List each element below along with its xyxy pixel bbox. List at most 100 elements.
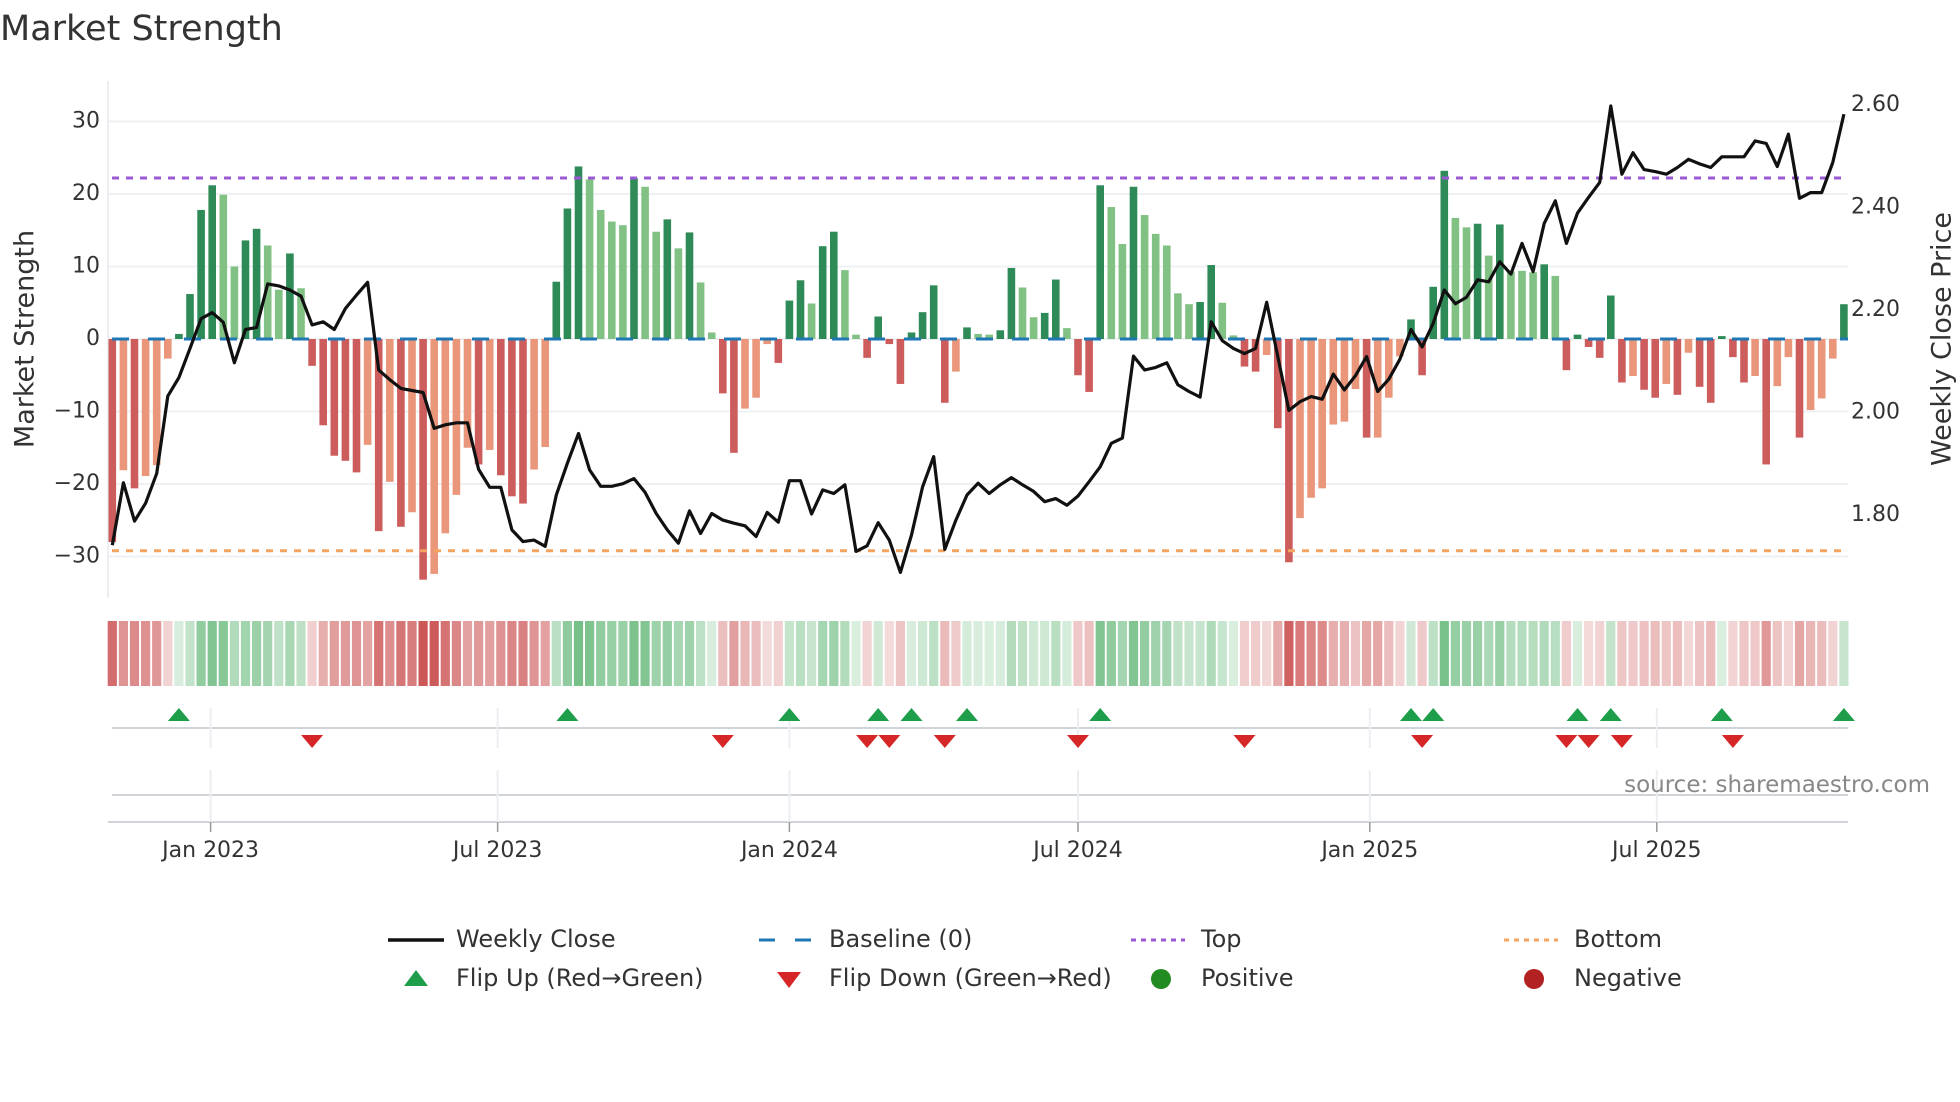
strength-strip-cell <box>940 621 950 686</box>
strength-bar <box>452 339 461 495</box>
strength-strip-cell <box>562 621 572 686</box>
strength-bar <box>1018 287 1027 339</box>
flip-up-marker <box>1400 708 1422 721</box>
strength-bar <box>1662 339 1671 384</box>
strength-strip-cell <box>984 621 994 686</box>
strength-bar <box>1140 215 1149 339</box>
strength-strip-cell <box>585 621 595 686</box>
strength-strip-cell <box>1006 621 1016 686</box>
strength-strip-cell <box>1828 621 1838 686</box>
strength-bar <box>1529 272 1537 339</box>
left-tick-label: −30 <box>54 544 100 569</box>
flip-up-marker <box>1422 708 1445 721</box>
left-tick-label: 0 <box>86 326 100 351</box>
strength-strip-cell <box>351 621 362 686</box>
strength-bar <box>774 339 783 363</box>
legend: Weekly Close Baseline (0) Top Bottom Flip Up… <box>388 925 1682 992</box>
strength-strip-cell <box>1195 621 1205 686</box>
strength-strip-cell <box>1428 621 1438 686</box>
strength-bars <box>108 166 1848 580</box>
strength-bar <box>941 339 949 403</box>
strength-strip-cell <box>718 621 728 686</box>
strength-bar <box>386 339 394 482</box>
strength-strip-cell <box>1528 621 1538 686</box>
flip-up-marker <box>778 708 801 721</box>
strength-strip-cell <box>252 621 262 686</box>
strength-bar <box>230 266 239 339</box>
strength-bar <box>1729 339 1737 358</box>
strength-strip-cell <box>196 621 206 686</box>
strength-bar <box>1052 279 1060 339</box>
strength-strip-cell <box>1539 621 1549 686</box>
left-tick-label: −10 <box>54 399 100 424</box>
strength-strip-cell <box>340 621 350 686</box>
strength-bar <box>1751 339 1759 376</box>
strength-bar <box>1285 339 1293 563</box>
left-tick-label: −20 <box>54 471 100 496</box>
strength-strip-cell <box>1384 621 1394 686</box>
strength-bar <box>1618 339 1626 383</box>
strength-bar <box>308 339 316 366</box>
strength-strip-cell <box>995 621 1005 686</box>
right-tick-label: 2.00 <box>1851 400 1900 425</box>
strength-bar <box>1629 339 1637 376</box>
strength-strip-cell <box>1395 621 1405 686</box>
strength-bar <box>963 327 971 339</box>
strength-strip-cell <box>1439 621 1449 686</box>
strength-strip-cell <box>596 621 606 686</box>
strength-strip-cell <box>1284 621 1294 686</box>
flip-down-marker <box>1067 735 1089 748</box>
strength-strip-cell <box>1106 621 1116 686</box>
strength-strip-cell <box>296 621 306 686</box>
strength-strip-cell <box>1506 621 1516 686</box>
strength-bar <box>352 339 361 473</box>
strength-bar <box>519 339 527 504</box>
strength-strip-cell <box>651 621 661 686</box>
strength-bar <box>1762 339 1770 465</box>
strength-bar <box>1440 170 1449 339</box>
strength-strip-cell <box>1695 621 1705 686</box>
strength-bar <box>108 339 117 542</box>
strength-bar <box>430 339 438 574</box>
flip-down-marker <box>1411 735 1434 748</box>
strength-strip-cell <box>385 621 395 686</box>
strength-bar <box>574 166 583 339</box>
flip-up-marker <box>1566 708 1589 721</box>
strength-strip-cell <box>496 621 506 686</box>
strength-strip-cell <box>1783 621 1793 686</box>
strength-strip-cell <box>451 621 461 686</box>
strength-strip-cell <box>207 621 217 686</box>
strength-strip-cell <box>1450 621 1460 686</box>
flip-down-marker <box>1610 735 1633 748</box>
strength-bar <box>1607 295 1615 339</box>
strength-heat-strip <box>107 621 1849 686</box>
legend-label: Negative <box>1574 964 1682 992</box>
strength-strip-cell <box>684 621 695 686</box>
strength-strip-cell <box>1406 621 1416 686</box>
strength-strip-cell <box>929 621 939 686</box>
strength-bar <box>1118 244 1127 339</box>
strength-bar <box>186 294 194 339</box>
flip-down-marker <box>1555 735 1578 748</box>
left-tick-label: 20 <box>72 181 100 206</box>
strength-bar <box>363 339 372 445</box>
strength-strip-cell <box>318 621 328 686</box>
strength-bar <box>1806 339 1815 411</box>
strength-bar <box>563 208 572 339</box>
left-tick-label: 10 <box>72 254 100 279</box>
left-tick-label: 30 <box>72 109 100 134</box>
strength-bar <box>652 231 660 339</box>
strength-strip-cell <box>607 621 617 686</box>
strength-strip-cell <box>1650 621 1660 686</box>
strength-bar <box>1029 317 1038 339</box>
strength-strip-cell <box>1362 621 1372 686</box>
flip-down-marker <box>933 735 956 748</box>
strength-strip-cell <box>1473 621 1483 686</box>
strength-strip-cell <box>1128 621 1139 686</box>
strength-strip-cell <box>1672 621 1682 686</box>
strength-strip-cell <box>518 621 528 686</box>
strength-strip-cell <box>540 621 550 686</box>
strength-bar <box>852 334 860 339</box>
strength-bar <box>1307 339 1315 498</box>
strength-bar <box>608 221 616 339</box>
